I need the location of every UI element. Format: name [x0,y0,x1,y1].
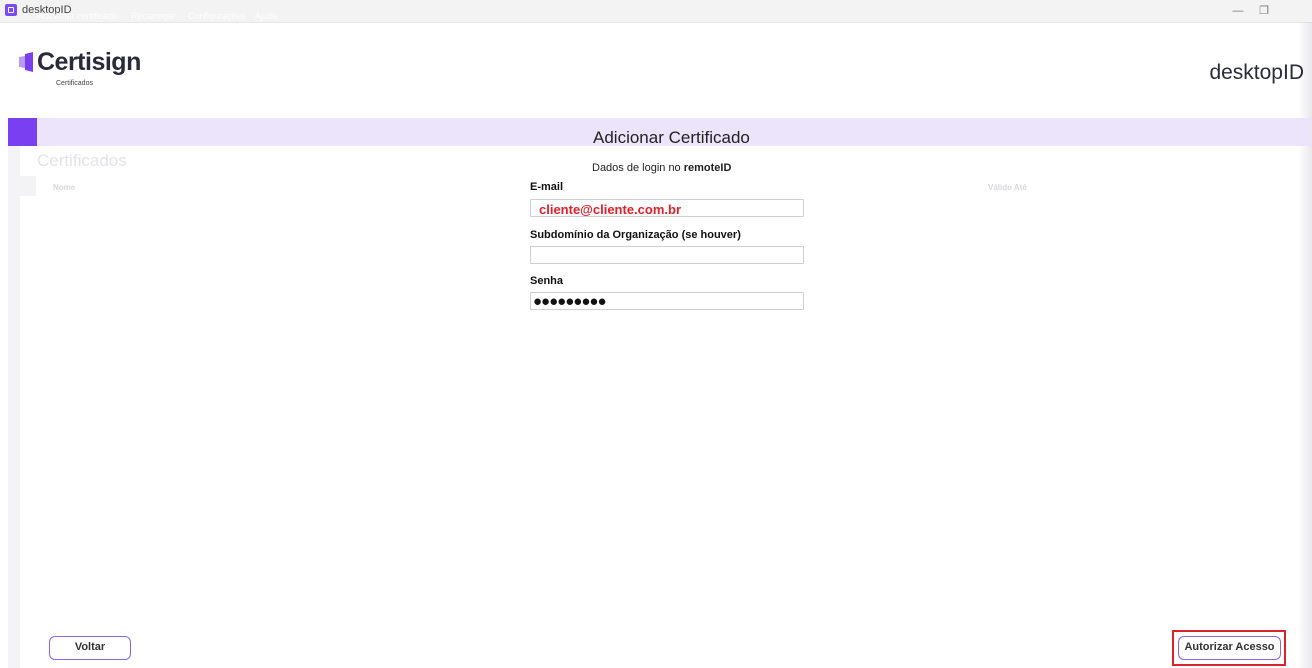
menu-item-help[interactable]: Ajuda [255,11,278,21]
email-value: cliente@cliente.com.br [539,202,681,217]
app-icon [5,4,17,16]
menu-item-reload[interactable]: Recarregar [131,11,176,21]
password-mask: ●●●●●●●●● [533,293,607,310]
dialog-title: Adicionar Certificado [593,128,750,147]
password-field[interactable]: ●●●●●●●●● [530,292,804,310]
service-name: remoteID [683,162,732,174]
menu-item-settings[interactable]: Configurações [188,11,246,21]
password-label: Senha [530,275,564,287]
minimize-button[interactable]: — [1226,2,1250,20]
authorize-access-button[interactable]: Autorizar Acesso [1178,636,1281,660]
logo-subtitle: Certificados [56,80,93,87]
column-valid-until-header: Válido Até [988,183,1027,192]
app-name: desktopID [1209,61,1304,84]
table-header-stub [20,176,36,196]
subdomain-label: Subdomínio da Organização (se houver) [530,229,741,241]
menu-accent-block [8,118,37,146]
restore-button[interactable]: ❐ [1252,2,1276,20]
certificates-heading: Certificados [37,151,127,170]
subdomain-field[interactable] [530,246,804,264]
email-field[interactable]: cliente@cliente.com.br [530,199,804,217]
certisign-logo-icon [19,52,33,72]
column-name-header: Nome [53,183,76,192]
email-label: E-mail [530,181,564,193]
logo-name: Certisign [37,48,141,76]
dialog-subtitle: Dados de login no remoteID [592,162,732,174]
menu-item-add-certificate[interactable]: Adicionar certificado [37,11,118,21]
left-sidebar-strip [8,118,20,668]
back-button[interactable]: Voltar [49,636,131,660]
